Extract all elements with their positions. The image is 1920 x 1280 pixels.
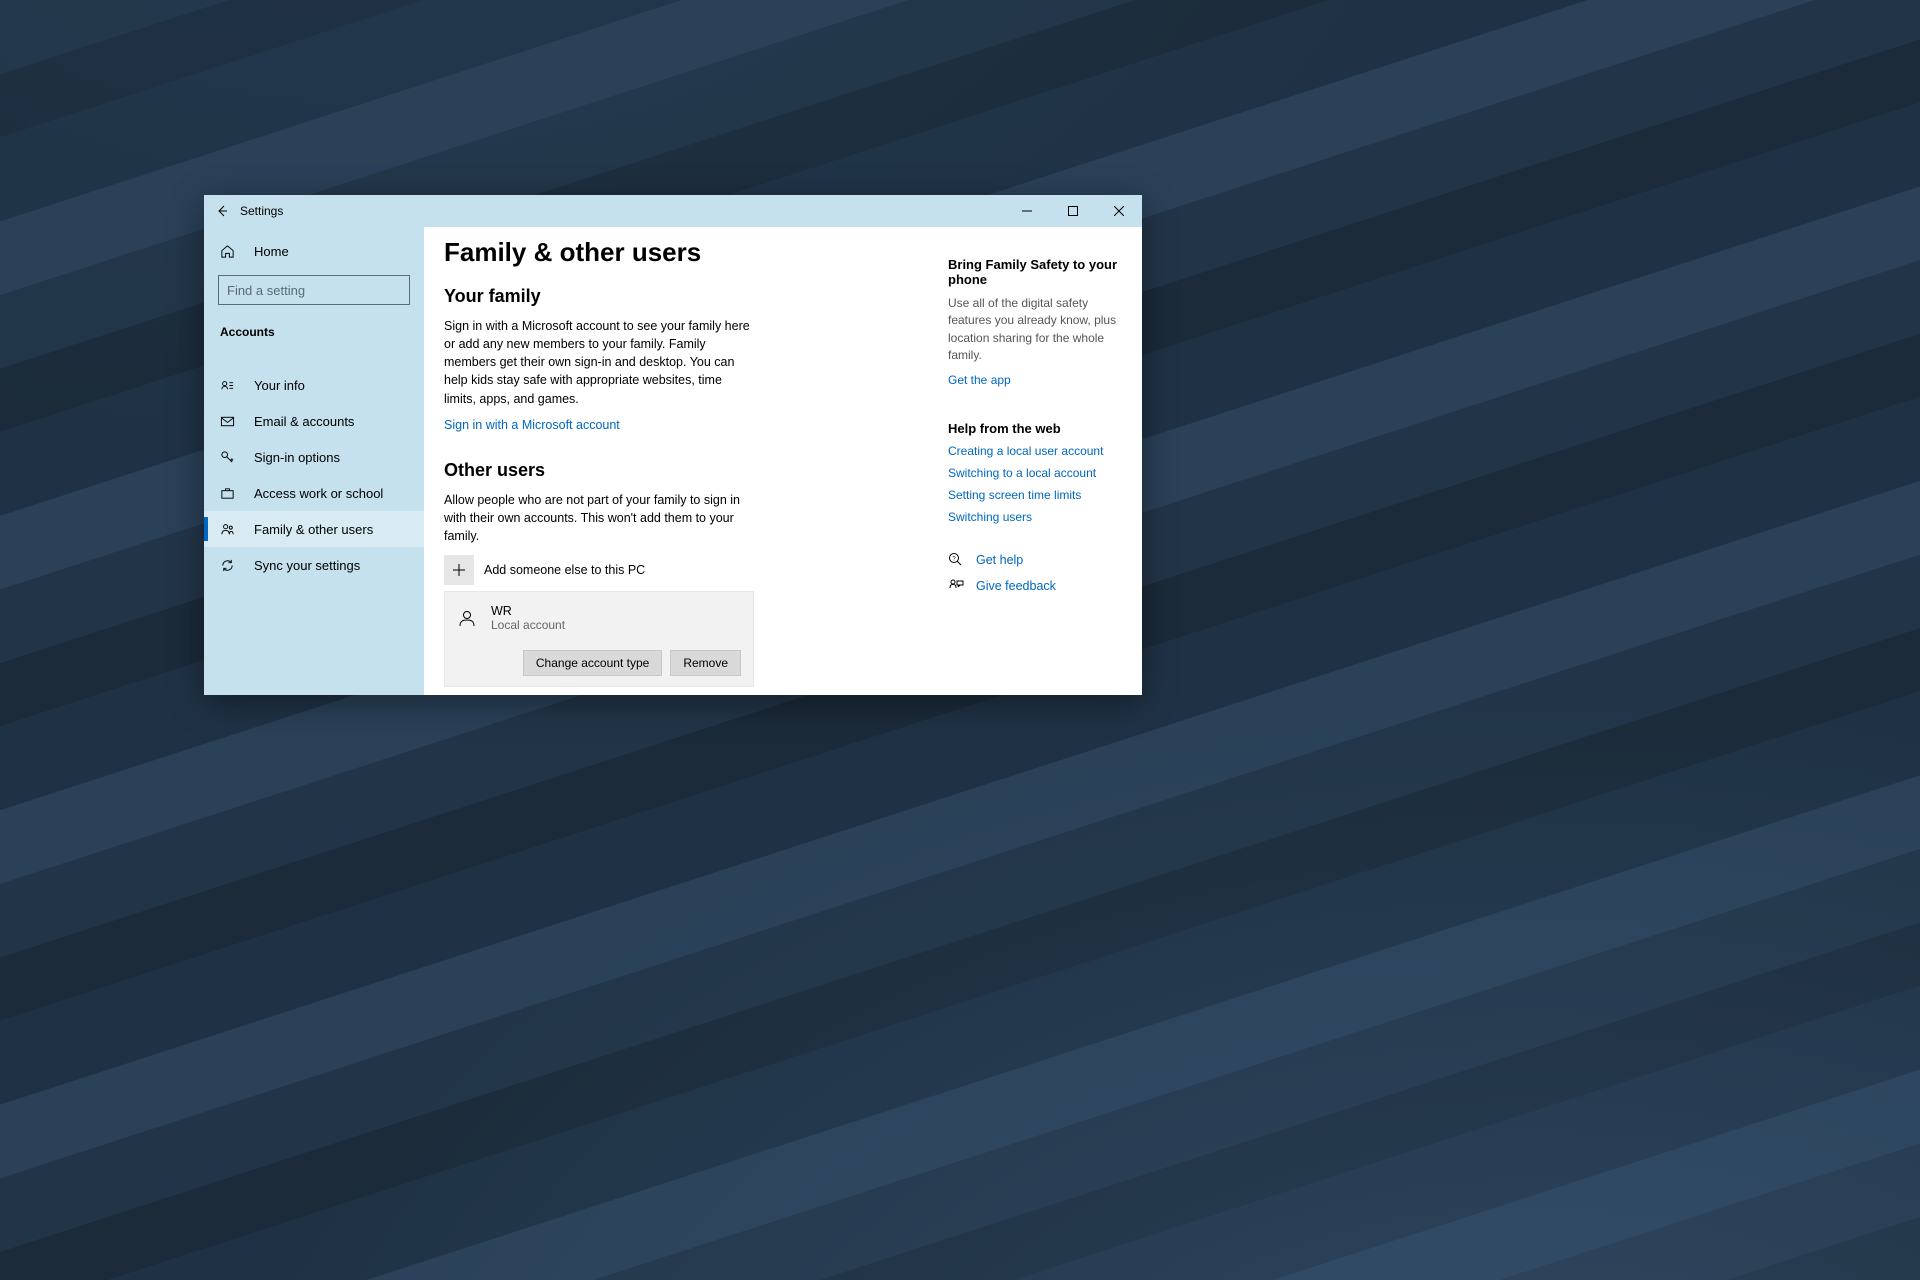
titlebar: Settings bbox=[204, 195, 1142, 227]
add-someone-label: Add someone else to this PC bbox=[484, 563, 645, 577]
change-account-type-button[interactable]: Change account type bbox=[523, 650, 662, 676]
close-button[interactable] bbox=[1096, 195, 1142, 227]
help-link[interactable]: Setting screen time limits bbox=[948, 488, 1122, 502]
minimize-button[interactable] bbox=[1004, 195, 1050, 227]
sidebar-item-email-accounts[interactable]: Email & accounts bbox=[204, 403, 424, 439]
sidebar-item-family-other-users[interactable]: Family & other users bbox=[204, 511, 424, 547]
key-icon bbox=[220, 450, 240, 465]
person-icon bbox=[457, 607, 479, 629]
your-family-heading: Your family bbox=[444, 286, 922, 307]
maximize-button[interactable] bbox=[1050, 195, 1096, 227]
sync-icon bbox=[220, 558, 240, 573]
page-title: Family & other users bbox=[444, 237, 922, 268]
other-users-heading: Other users bbox=[444, 460, 922, 481]
sidebar-item-label: Access work or school bbox=[254, 486, 383, 501]
window-title: Settings bbox=[240, 204, 283, 218]
give-feedback-label: Give feedback bbox=[976, 579, 1056, 593]
plus-tile bbox=[444, 555, 474, 585]
settings-window: Settings Home Accounts bbox=[204, 195, 1142, 695]
content-area: Family & other users Your family Sign in… bbox=[424, 227, 942, 695]
signin-microsoft-link[interactable]: Sign in with a Microsoft account bbox=[444, 418, 620, 432]
other-users-description: Allow people who are not part of your fa… bbox=[444, 491, 754, 545]
briefcase-icon bbox=[220, 486, 240, 501]
feedback-icon bbox=[948, 578, 970, 594]
sidebar-item-label: Sync your settings bbox=[254, 558, 360, 573]
sidebar-item-label: Email & accounts bbox=[254, 414, 354, 429]
sidebar-category: Accounts bbox=[204, 313, 424, 349]
sidebar-item-label: Family & other users bbox=[254, 522, 373, 537]
sidebar-item-sync-settings[interactable]: Sync your settings bbox=[204, 547, 424, 583]
person-card-icon bbox=[220, 378, 240, 393]
help-icon: ? bbox=[948, 552, 970, 568]
add-someone-button[interactable]: Add someone else to this PC bbox=[444, 555, 922, 585]
user-card[interactable]: WR Local account Change account type Rem… bbox=[444, 591, 754, 687]
give-feedback-button[interactable]: Give feedback bbox=[948, 578, 1122, 594]
mail-icon bbox=[220, 414, 240, 429]
family-safety-heading: Bring Family Safety to your phone bbox=[948, 257, 1122, 287]
help-link[interactable]: Creating a local user account bbox=[948, 444, 1122, 458]
get-the-app-link[interactable]: Get the app bbox=[948, 373, 1011, 387]
close-icon bbox=[1114, 206, 1124, 216]
user-type: Local account bbox=[491, 618, 565, 632]
family-safety-description: Use all of the digital safety features y… bbox=[948, 295, 1122, 365]
remove-user-button[interactable]: Remove bbox=[670, 650, 741, 676]
your-family-description: Sign in with a Microsoft account to see … bbox=[444, 317, 754, 408]
sidebar-home[interactable]: Home bbox=[204, 233, 424, 269]
get-help-button[interactable]: ? Get help bbox=[948, 552, 1122, 568]
people-icon bbox=[220, 522, 240, 537]
back-button[interactable] bbox=[204, 195, 240, 227]
sidebar: Home Accounts Your info Email bbox=[204, 227, 424, 695]
arrow-left-icon bbox=[215, 204, 229, 218]
maximize-icon bbox=[1068, 206, 1078, 216]
search-input[interactable] bbox=[227, 283, 403, 298]
svg-text:?: ? bbox=[952, 556, 956, 562]
sidebar-item-your-info[interactable]: Your info bbox=[204, 367, 424, 403]
main-panel: Family & other users Your family Sign in… bbox=[424, 227, 1142, 695]
help-from-web-heading: Help from the web bbox=[948, 421, 1122, 436]
sidebar-item-label: Your info bbox=[254, 378, 305, 393]
minimize-icon bbox=[1022, 206, 1032, 216]
right-column: Bring Family Safety to your phone Use al… bbox=[942, 227, 1142, 695]
user-name: WR bbox=[491, 604, 565, 618]
get-help-label: Get help bbox=[976, 553, 1023, 567]
home-icon bbox=[220, 244, 240, 259]
help-link[interactable]: Switching to a local account bbox=[948, 466, 1122, 480]
sidebar-item-label: Sign-in options bbox=[254, 450, 340, 465]
sidebar-item-signin-options[interactable]: Sign-in options bbox=[204, 439, 424, 475]
help-link[interactable]: Switching users bbox=[948, 510, 1122, 524]
sidebar-item-access-work-school[interactable]: Access work or school bbox=[204, 475, 424, 511]
plus-icon bbox=[452, 563, 466, 577]
search-box[interactable] bbox=[218, 275, 410, 305]
sidebar-home-label: Home bbox=[254, 244, 289, 259]
